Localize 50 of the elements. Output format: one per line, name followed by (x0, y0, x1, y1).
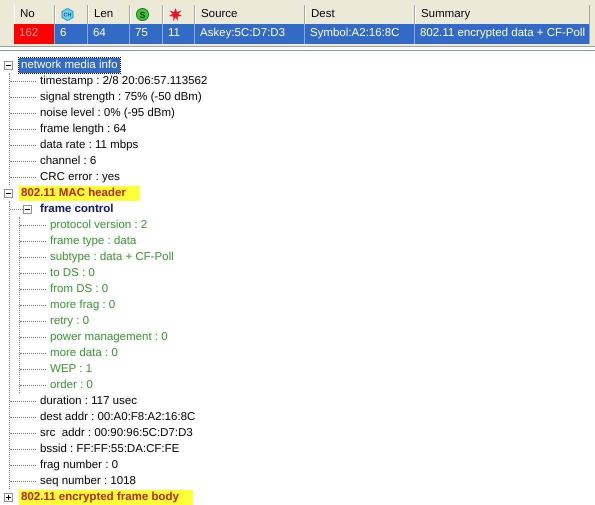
field-text[interactable]: data rate : 11 mbps (38, 138, 140, 152)
packet-row[interactable]: 162 6 64 75 11 Askey:5C:D7:D3 Symbol:A2:16:8C 802.11 encrypted data + CF-Poll (14, 24, 595, 44)
tree-node[interactable]: network media info (19, 58, 120, 72)
flag-text[interactable]: subtype : data + CF-Poll (48, 250, 176, 264)
section-header[interactable]: 802.11 MAC header (19, 186, 140, 200)
field-text[interactable]: signal strength : 75% (-50 dBm) (38, 90, 204, 104)
table-cell: 64 (88, 24, 130, 44)
table-cell: 802.11 encrypted data + CF-Poll (415, 24, 590, 44)
column-header[interactable]: Source (195, 5, 305, 24)
field-text[interactable]: frame length : 64 (38, 122, 128, 136)
group-label[interactable]: frame control (38, 202, 116, 216)
flag-text[interactable]: more frag : 0 (48, 298, 118, 312)
flag-text[interactable]: protocol version : 2 (48, 218, 150, 232)
column-header[interactable]: Dest (305, 5, 415, 24)
field-text[interactable]: seq number : 1018 (38, 474, 138, 488)
column-header[interactable]: No (14, 5, 55, 24)
section-header[interactable]: 802.11 encrypted frame body (19, 490, 193, 504)
field-text[interactable]: bssid : FF:FF:55:DA:CF:FE (38, 442, 182, 456)
field-text[interactable]: dest addr : 00:A0:F8:A2:16:8C (38, 410, 198, 424)
field-text[interactable]: frag number : 0 (38, 458, 120, 472)
table-cell: Askey:5C:D7:D3 (195, 24, 305, 44)
table-cell: 162 (14, 24, 55, 44)
flag-text[interactable]: WEP : 1 (48, 362, 94, 376)
field-text[interactable]: src addr : 00:90:96:5C:D7:D3 (38, 426, 195, 440)
flag-text[interactable]: from DS : 0 (48, 282, 110, 296)
collapse-icon[interactable] (4, 188, 13, 198)
column-header[interactable]: S (130, 5, 163, 24)
field-text[interactable]: noise level : 0% (-95 dBm) (38, 106, 177, 120)
table-cell: 11 (163, 24, 195, 44)
flag-text[interactable]: to DS : 0 (48, 266, 97, 280)
collapse-icon[interactable] (4, 60, 13, 70)
column-header[interactable]: Summary (415, 5, 590, 24)
signal-icon: S (136, 8, 149, 21)
table-cell: 75 (130, 24, 163, 44)
expand-icon[interactable] (4, 492, 13, 502)
column-header[interactable]: Len (88, 5, 130, 24)
flag-text[interactable]: more data : 0 (48, 346, 120, 360)
flag-text[interactable]: power management : 0 (48, 330, 170, 344)
field-text[interactable]: channel : 6 (38, 154, 98, 168)
collapse-icon[interactable] (23, 204, 32, 214)
starburst-icon (169, 8, 182, 21)
flag-text[interactable]: order : 0 (48, 378, 95, 392)
field-text[interactable]: CRC error : yes (38, 170, 122, 184)
flag-text[interactable]: retry : 0 (48, 314, 91, 328)
table-cell: Symbol:A2:16:8C (305, 24, 415, 44)
field-text[interactable]: duration : 117 usec (38, 394, 139, 408)
field-text[interactable]: timestamp : 2/8 20:06:57.113562 (38, 74, 210, 88)
table-cell: 6 (55, 24, 88, 44)
column-header[interactable] (163, 5, 195, 24)
flag-text[interactable]: frame type : data (48, 234, 138, 248)
